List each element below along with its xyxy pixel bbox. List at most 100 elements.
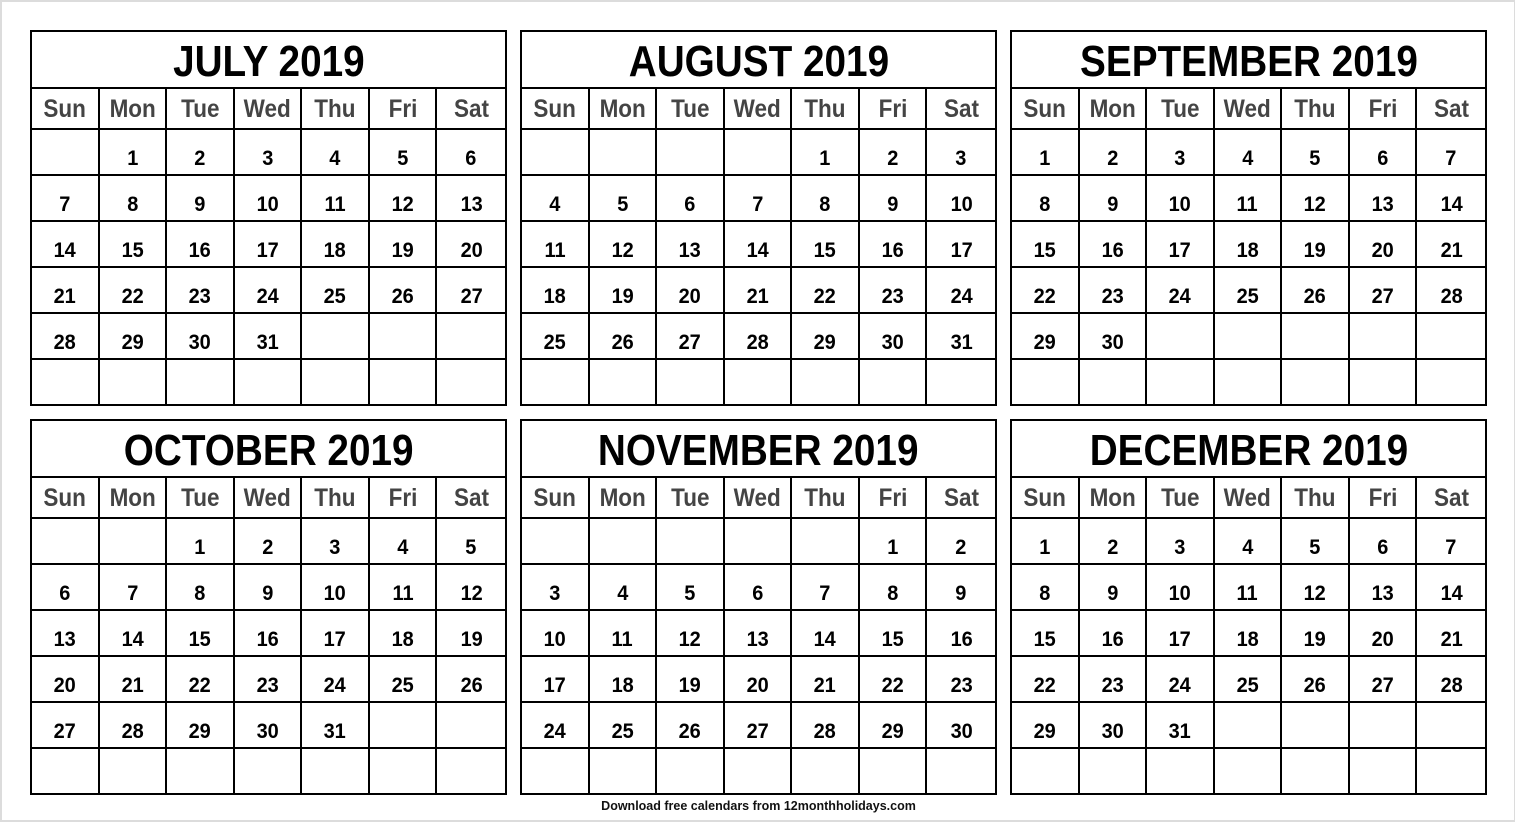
day-cell: 4 xyxy=(1214,519,1283,565)
day-number: 4 xyxy=(549,193,561,216)
empty-day-cell xyxy=(32,130,100,176)
day-number: 15 xyxy=(121,239,144,262)
month-title-bar: OCTOBER 2019 xyxy=(32,421,505,478)
day-cell: 6 xyxy=(32,565,100,611)
day-number: 31 xyxy=(256,331,279,354)
day-number: 3 xyxy=(261,147,274,170)
day-cell: 1 xyxy=(167,519,235,565)
day-cell: 17 xyxy=(1147,611,1215,657)
day-number: 28 xyxy=(746,331,769,354)
day-number: 26 xyxy=(678,720,702,743)
day-cell: 28 xyxy=(1417,268,1485,314)
day-number: 6 xyxy=(465,147,477,170)
empty-day-cell xyxy=(1417,703,1485,749)
day-number: 8 xyxy=(819,193,831,216)
day-cell: 5 xyxy=(657,565,725,611)
day-number: 1 xyxy=(819,147,831,170)
weekday-label: Sun xyxy=(1023,484,1067,512)
empty-day-cell xyxy=(657,360,725,406)
day-cell: 5 xyxy=(1282,519,1350,565)
day-cell: 28 xyxy=(99,703,168,749)
empty-day-cell xyxy=(99,519,168,565)
day-cell: 16 xyxy=(234,611,303,657)
weekday-header: Wed xyxy=(234,89,303,130)
empty-day-cell xyxy=(1417,749,1485,795)
weekday-label: Sat xyxy=(1433,484,1469,512)
day-cell: 15 xyxy=(167,611,235,657)
weekday-header: Sun xyxy=(1012,89,1080,130)
weekday-header: Sat xyxy=(1417,89,1485,130)
day-number: 6 xyxy=(684,193,696,216)
day-number: 11 xyxy=(392,582,414,605)
day-cell: 28 xyxy=(1417,657,1485,703)
day-cell: 2 xyxy=(167,130,235,176)
day-cell: 11 xyxy=(302,176,370,222)
day-cell: 8 xyxy=(1012,565,1080,611)
day-number: 1 xyxy=(194,536,206,559)
day-number: 11 xyxy=(324,193,346,216)
day-number: 20 xyxy=(53,674,76,697)
day-cell: 26 xyxy=(1282,657,1350,703)
day-cell: 16 xyxy=(927,611,995,657)
day-cell: 19 xyxy=(369,222,438,268)
weekday-header: Fri xyxy=(859,478,928,519)
footer-credit[interactable]: Download free calendars from 12monthholi… xyxy=(0,799,1517,813)
day-cell: 11 xyxy=(1214,565,1283,611)
day-number: 4 xyxy=(329,147,341,170)
day-cell: 11 xyxy=(589,611,658,657)
day-number: 17 xyxy=(323,628,347,651)
weekday-header: Mon xyxy=(99,478,168,519)
day-number: 13 xyxy=(678,239,702,262)
day-number: 5 xyxy=(397,147,409,170)
day-number: 21 xyxy=(53,285,76,308)
day-cell: 29 xyxy=(1012,314,1080,360)
empty-day-cell xyxy=(100,360,168,406)
day-number: 16 xyxy=(881,239,904,262)
day-cell: 26 xyxy=(437,657,505,703)
day-number: 2 xyxy=(194,147,206,170)
day-number: 13 xyxy=(460,193,483,216)
day-number: 1 xyxy=(1039,147,1051,170)
day-number: 14 xyxy=(1440,582,1463,605)
day-number: 21 xyxy=(1440,628,1463,651)
empty-day-cell xyxy=(1282,314,1350,360)
day-cell: 7 xyxy=(99,565,168,611)
day-number: 20 xyxy=(1371,628,1394,651)
empty-day-cell xyxy=(657,519,725,565)
day-number: 5 xyxy=(616,193,628,216)
day-number: 23 xyxy=(256,674,279,697)
day-number: 31 xyxy=(1168,720,1192,743)
day-cell: 24 xyxy=(927,268,995,314)
weekday-header: Tue xyxy=(1147,478,1215,519)
day-number: 29 xyxy=(121,331,144,354)
day-cell: 22 xyxy=(99,268,168,314)
day-number: 19 xyxy=(1303,239,1327,262)
day-cell: 7 xyxy=(1417,130,1485,176)
weekday-label: Sun xyxy=(1023,95,1067,123)
day-number: 15 xyxy=(1033,239,1056,262)
month-grid: Sun Mon Tue Wed Thu Fri Sat 1 2 3 4 5 6 7 8 9 10 11 12 13 14… xyxy=(522,478,995,795)
day-number: 13 xyxy=(1371,193,1394,216)
day-number: 3 xyxy=(1174,536,1186,559)
empty-day-cell xyxy=(1080,360,1148,406)
month-grid: Sun Mon Tue Wed Thu Fri Sat 1 2 3 4 5 6 7 8 9 10 11 12 13 14… xyxy=(522,89,995,406)
day-number: 7 xyxy=(1445,536,1457,559)
day-cell: 30 xyxy=(1079,314,1148,360)
weekday-header: Sat xyxy=(437,89,505,130)
empty-day-cell xyxy=(369,314,438,360)
day-number: 28 xyxy=(1440,285,1463,308)
day-cell: 9 xyxy=(859,176,928,222)
empty-day-cell xyxy=(1282,749,1350,795)
day-number: 17 xyxy=(1168,239,1192,262)
day-cell: 21 xyxy=(32,268,100,314)
day-number: 28 xyxy=(121,720,144,743)
empty-day-cell xyxy=(1349,314,1418,360)
month-title-bar: NOVEMBER 2019 xyxy=(522,421,995,478)
empty-day-cell xyxy=(657,749,725,795)
empty-day-cell xyxy=(100,749,168,795)
day-cell: 11 xyxy=(1214,176,1283,222)
day-number: 12 xyxy=(460,582,483,605)
month-title: NOVEMBER 2019 xyxy=(598,425,919,475)
empty-day-cell xyxy=(792,519,860,565)
day-cell: 5 xyxy=(369,130,438,176)
